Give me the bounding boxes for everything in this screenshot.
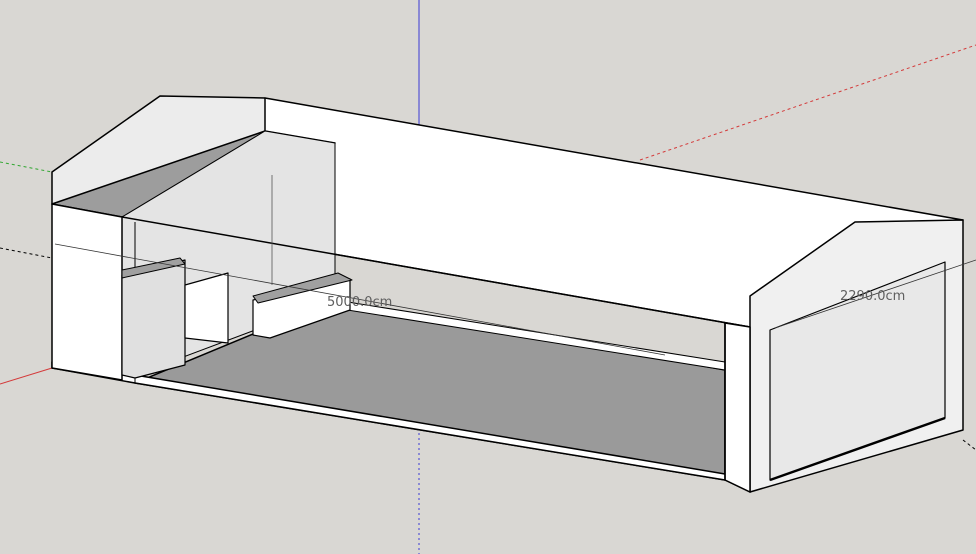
length-dimension-label: 5000.0cm [327, 295, 392, 310]
low-block-mid [184, 272, 229, 344]
right-wall-pillar [724, 322, 751, 493]
red-axis [639, 44, 976, 161]
green-axis [0, 161, 53, 173]
low-block-left-front [121, 259, 186, 379]
left-end-wall [51, 203, 123, 381]
building-model[interactable] [51, 95, 964, 493]
drawing-viewport[interactable]: 5000.0cm 2290.0cm [0, 0, 976, 554]
model-canvas[interactable]: 5000.0cm 2290.0cm [0, 0, 976, 554]
red-axis-solid [0, 367, 53, 385]
black-guide-left [0, 247, 53, 259]
black-guide-right [962, 439, 976, 451]
width-dimension-label: 2290.0cm [840, 289, 905, 304]
